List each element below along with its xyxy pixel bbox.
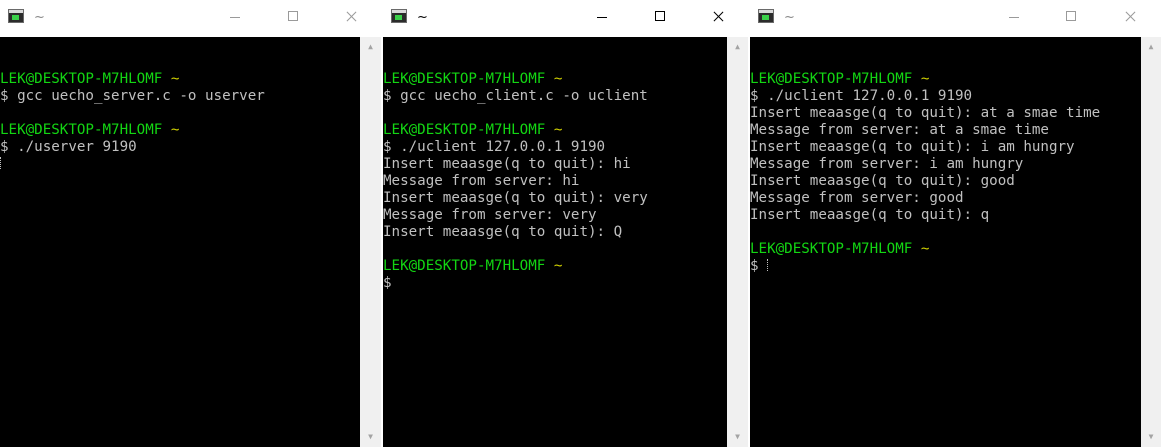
terminal-output[interactable]: LEK@DESKTOP-M7HLOMF ~ $ ./uclient 127.0.0… [750,37,1141,447]
close-icon[interactable] [695,0,741,34]
user-host: LEK@DESKTOP-M7HLOMF [0,122,163,138]
terminal-app-icon[interactable] [391,9,407,23]
text-cursor [0,156,265,173]
minimize-icon[interactable] [579,0,625,34]
user-host: LEK@DESKTOP-M7HLOMF [750,71,913,87]
user-host: LEK@DESKTOP-M7HLOMF [750,241,913,257]
title-bar[interactable]: ~ [383,0,748,36]
cursor [766,259,769,271]
blank-line [383,241,648,258]
terminal-output[interactable]: LEK@DESKTOP-M7HLOMF ~ $ gcc uecho_client.… [383,37,727,447]
output-line: Message from server: good [750,190,964,206]
window-title: ~ [417,10,428,25]
output-line: Insert meaasge(q to quit): good [750,173,1015,189]
scroll-up-arrow-icon[interactable]: ▲ [1141,39,1161,55]
output-line: $ gcc uecho_client.c -o uclient [383,88,648,104]
current-directory: ~ [553,258,563,274]
close-icon[interactable] [328,0,374,34]
vertical-scrollbar[interactable]: ▲ ▼ [727,37,748,447]
prompt-line: LEK@DESKTOP-M7HLOMF ~ [383,258,648,275]
blank-line [750,224,1100,241]
vertical-scrollbar[interactable]: ▲ ▼ [360,37,381,447]
terminal-window-server[interactable]: ~ LEK@DESKTOP-M7HLOMF ~ $ gcc uecho_serve… [0,0,381,447]
user-host: LEK@DESKTOP-M7HLOMF [0,71,163,87]
line-text: $ [750,258,759,274]
user-host: LEK@DESKTOP-M7HLOMF [383,122,546,138]
title-bar[interactable]: ~ [0,0,381,36]
terminal-lines: LEK@DESKTOP-M7HLOMF ~ $ ./uclient 127.0.0… [750,54,1100,275]
terminal-lines: LEK@DESKTOP-M7HLOMF ~ $ gcc uecho_client.… [383,54,648,292]
current-directory: ~ [170,122,180,138]
maximize-icon[interactable] [1048,0,1094,34]
blank-line [0,54,265,71]
terminal-window-client-2[interactable]: ~ LEK@DESKTOP-M7HLOMF ~ $ ./uclient 127.0… [750,0,1161,447]
terminal-output[interactable]: LEK@DESKTOP-M7HLOMF ~ $ gcc uecho_server.… [0,37,360,447]
scroll-up-arrow-icon[interactable]: ▲ [727,39,748,55]
terminal-app-icon[interactable] [8,9,24,23]
output-line: Message from server: very [383,207,597,223]
output-line: Insert meaasge(q to quit): i am hungry [750,139,1075,155]
maximize-icon[interactable] [270,0,316,34]
output-line: $ ./userver 9190 [0,139,137,155]
current-directory: ~ [920,71,930,87]
user-host: LEK@DESKTOP-M7HLOMF [383,258,546,274]
maximize-icon[interactable] [637,0,683,34]
minimize-icon[interactable] [212,0,258,34]
current-directory: ~ [920,241,930,257]
output-line: $ [750,258,1100,275]
terminal-window-client-1[interactable]: ~ LEK@DESKTOP-M7HLOMF ~ $ gcc uecho_clien… [383,0,748,447]
blank-line [0,105,265,122]
window-title: ~ [34,10,45,25]
close-icon[interactable] [1107,0,1153,34]
current-directory: ~ [553,71,563,87]
output-line: $ gcc uecho_server.c -o userver [0,88,265,104]
blank-line [383,54,648,71]
user-host: LEK@DESKTOP-M7HLOMF [383,71,546,87]
cursor [0,157,2,169]
scroll-down-arrow-icon[interactable]: ▼ [727,429,748,445]
prompt-line: LEK@DESKTOP-M7HLOMF ~ [383,122,648,139]
blank-line [383,105,648,122]
scroll-down-arrow-icon[interactable]: ▼ [1141,429,1161,445]
terminal-app-icon[interactable] [758,9,774,23]
current-directory: ~ [170,71,180,87]
output-line: Insert meaasge(q to quit): Q [383,224,623,240]
minimize-icon[interactable] [991,0,1037,34]
scroll-down-arrow-icon[interactable]: ▼ [360,429,381,445]
output-line: $ ./uclient 127.0.0.1 9190 [383,139,606,155]
prompt-line: LEK@DESKTOP-M7HLOMF ~ [383,71,648,88]
title-bar[interactable]: ~ [750,0,1161,36]
prompt-line: LEK@DESKTOP-M7HLOMF ~ [0,122,265,139]
current-directory: ~ [553,122,563,138]
output-line: Insert meaasge(q to quit): very [383,190,648,206]
vertical-scrollbar[interactable]: ▲ ▼ [1141,37,1161,447]
output-line: Insert meaasge(q to quit): q [750,207,990,223]
prompt-line: LEK@DESKTOP-M7HLOMF ~ [750,241,1100,258]
output-line: $ [383,275,392,291]
scroll-up-arrow-icon[interactable]: ▲ [360,39,381,55]
output-line: Insert meaasge(q to quit): hi [383,156,631,172]
terminal-lines: LEK@DESKTOP-M7HLOMF ~ $ gcc uecho_server.… [0,54,265,173]
output-line: Insert meaasge(q to quit): at a smae tim… [750,105,1101,121]
blank-line [750,54,1100,71]
window-title: ~ [784,10,795,25]
output-line: Message from server: i am hungry [750,156,1024,172]
output-line: $ ./uclient 127.0.0.1 9190 [750,88,973,104]
prompt-line: LEK@DESKTOP-M7HLOMF ~ [0,71,265,88]
output-line: Message from server: hi [383,173,580,189]
prompt-line: LEK@DESKTOP-M7HLOMF ~ [750,71,1100,88]
output-line: Message from server: at a smae time [750,122,1049,138]
